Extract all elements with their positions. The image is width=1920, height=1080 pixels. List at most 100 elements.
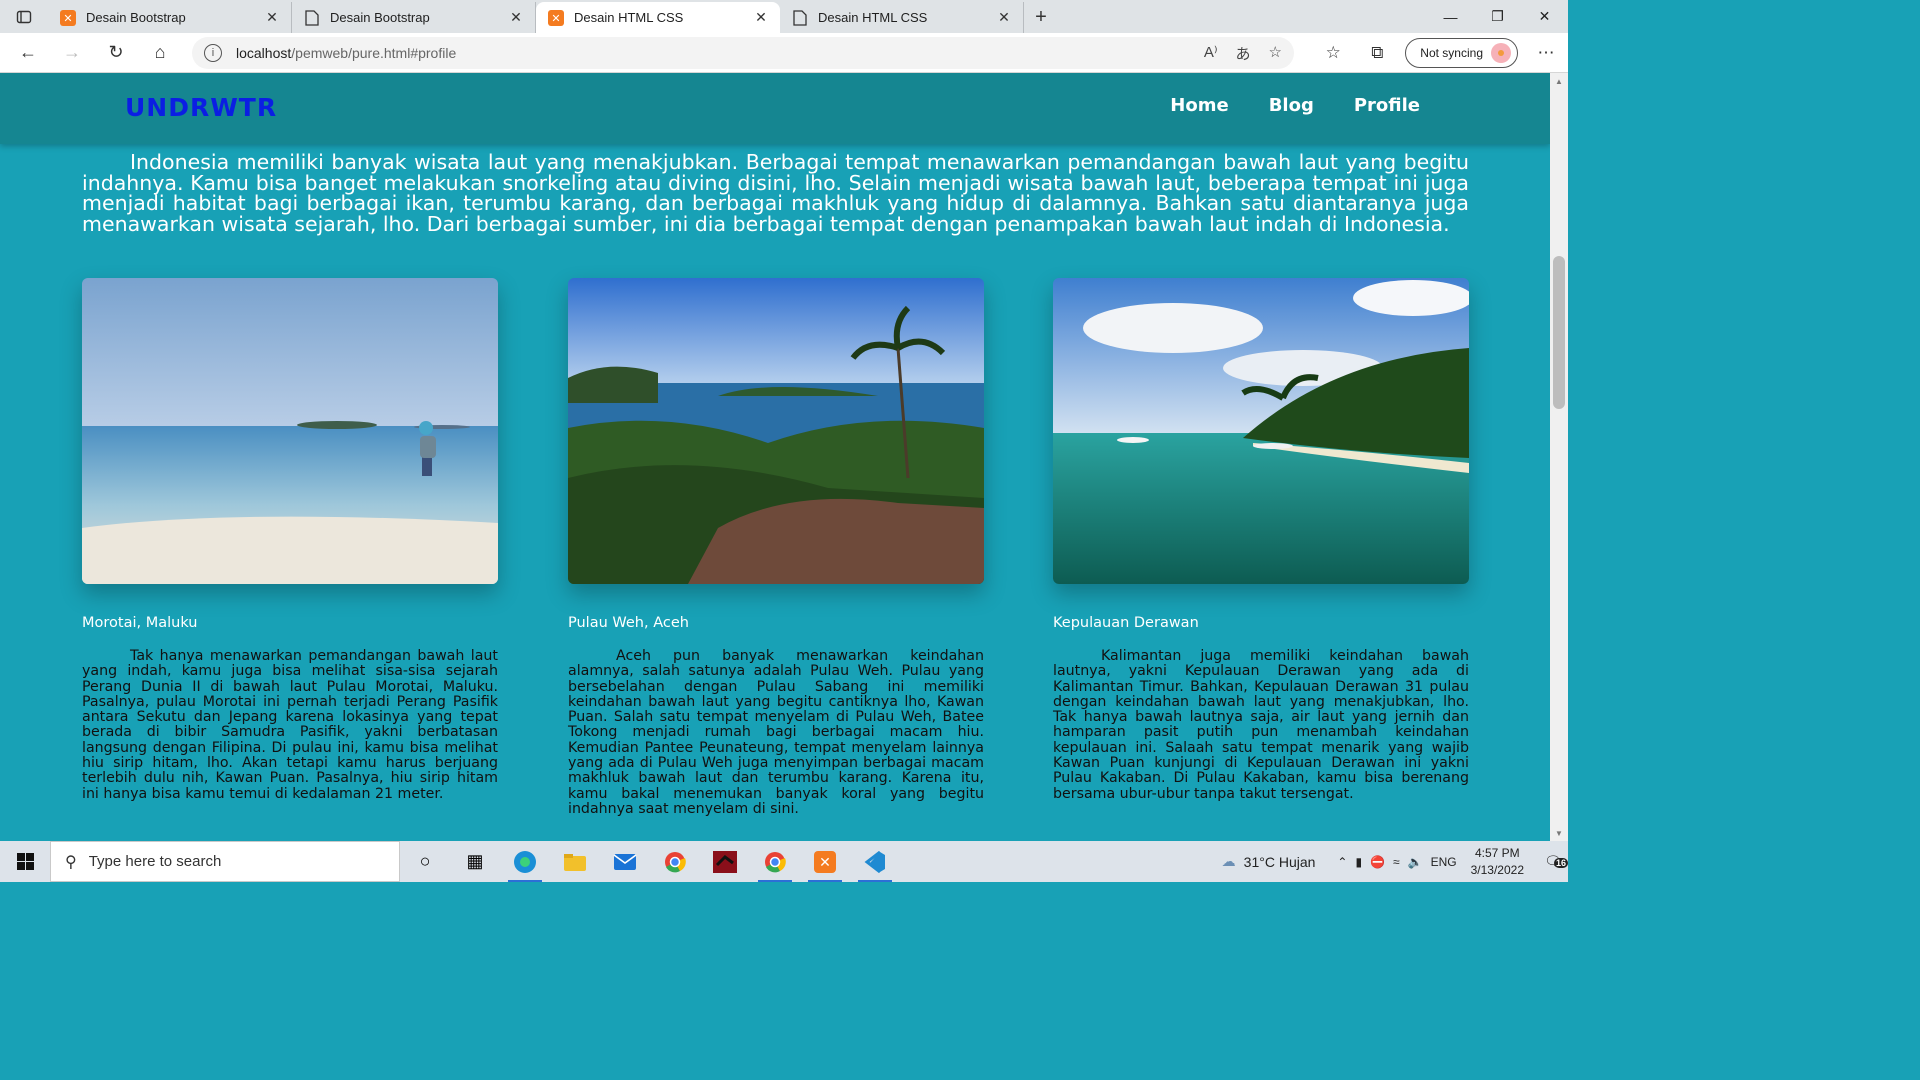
- tab-actions-button[interactable]: [0, 0, 48, 33]
- destination-card-morotai: Morotai, Maluku Tak hanya menawarkan pem…: [82, 278, 498, 802]
- restore-icon[interactable]: ❐: [1474, 0, 1521, 33]
- card-title: Kepulauan Derawan: [1053, 615, 1199, 631]
- notification-count: 16: [1553, 858, 1568, 868]
- nav-link-profile[interactable]: Profile: [1354, 95, 1420, 116]
- browser-tab-4[interactable]: Desain HTML CSS ✕: [780, 2, 1024, 33]
- intro-paragraph: Indonesia memiliki banyak wisata laut ya…: [82, 150, 1469, 236]
- new-tab-button[interactable]: +: [1024, 2, 1058, 33]
- tab-close-icon[interactable]: ✕: [507, 9, 525, 26]
- network-off-icon[interactable]: ⛔: [1370, 855, 1385, 869]
- scroll-down-icon[interactable]: ▼: [1550, 825, 1568, 841]
- xampp-icon: ✕: [548, 9, 564, 26]
- tab-title: Desain Bootstrap: [330, 10, 430, 25]
- back-arrow-icon: ←: [19, 42, 37, 62]
- url-path: /pemweb/pure.html#profile: [291, 45, 457, 61]
- nav-link-blog[interactable]: Blog: [1269, 95, 1314, 116]
- sync-label: Not syncing: [1420, 46, 1483, 60]
- scroll-up-icon[interactable]: ▲: [1550, 73, 1568, 89]
- chevron-up-icon[interactable]: ⌃: [1337, 855, 1347, 869]
- tab-close-icon[interactable]: ✕: [263, 9, 281, 26]
- cortana-button[interactable]: ○: [400, 841, 450, 882]
- mail-icon: [613, 853, 637, 870]
- file-explorer-app[interactable]: [550, 841, 600, 882]
- app-red[interactable]: [700, 841, 750, 882]
- read-aloud-icon[interactable]: A⁾: [1204, 43, 1218, 64]
- collections-icon: ⧉: [1371, 43, 1384, 62]
- forward-arrow-icon: →: [63, 42, 81, 62]
- cortana-icon: ○: [419, 851, 431, 871]
- favorites-button[interactable]: ☆: [1311, 33, 1355, 73]
- start-button[interactable]: [0, 841, 50, 882]
- address-bar[interactable]: i localhost/pemweb/pure.html#profile A⁾ …: [192, 37, 1294, 69]
- sync-button[interactable]: Not syncing: [1405, 38, 1518, 68]
- clock-date: 3/13/2022: [1470, 862, 1524, 877]
- browser-tab-3-active[interactable]: ✕ Desain HTML CSS ✕: [536, 2, 780, 33]
- page-scrollbar[interactable]: ▲ ▼: [1550, 73, 1568, 841]
- site-navbar: UNDRWTR Home Blog Profile: [0, 73, 1550, 144]
- forward-button[interactable]: →: [50, 33, 94, 73]
- card-title: Pulau Weh, Aceh: [568, 615, 689, 631]
- chrome-profile-app[interactable]: [750, 841, 800, 882]
- vscode-app[interactable]: [850, 841, 900, 882]
- search-placeholder: Type here to search: [88, 853, 222, 870]
- taskbar-search[interactable]: ⚲ Type here to search: [50, 841, 400, 882]
- card-text: Aceh pun banyak menawarkan keindahan ala…: [568, 648, 984, 817]
- nav-link-home[interactable]: Home: [1170, 95, 1228, 116]
- edge-app[interactable]: [500, 841, 550, 882]
- address-bar-icons: A⁾ あ ☆: [1204, 43, 1282, 64]
- card-text: Kalimantan juga memiliki keindahan bawah…: [1053, 648, 1469, 802]
- tropical-beach-photo: [1053, 278, 1469, 584]
- browser-tab-1[interactable]: ✕ Desain Bootstrap ✕: [48, 2, 292, 33]
- mail-app[interactable]: [600, 841, 650, 882]
- tab-title: Desain HTML CSS: [818, 10, 928, 25]
- browser-tab-2[interactable]: Desain Bootstrap ✕: [292, 2, 536, 33]
- weather-text: 31°C Hujan: [1243, 853, 1316, 870]
- notification-center-button[interactable]: 🗨 16: [1538, 853, 1568, 870]
- page-viewport: UNDRWTR Home Blog Profile Indonesia memi…: [0, 73, 1550, 841]
- back-button[interactable]: ←: [6, 33, 50, 73]
- task-view-icon: ▦: [466, 851, 484, 871]
- task-view-button[interactable]: ▦: [450, 841, 500, 882]
- search-icon: ⚲: [65, 853, 77, 871]
- site-logo[interactable]: UNDRWTR: [125, 93, 277, 122]
- close-window-icon[interactable]: ✕: [1521, 0, 1568, 33]
- minimize-icon[interactable]: —: [1427, 0, 1474, 33]
- clock[interactable]: 4:57 PM 3/13/2022: [1471, 845, 1524, 879]
- chrome-app[interactable]: [650, 841, 700, 882]
- app-red-icon: [713, 850, 737, 873]
- home-button[interactable]: ⌂: [138, 33, 182, 73]
- settings-more-button[interactable]: ⋯: [1524, 33, 1568, 73]
- reload-button[interactable]: ↻: [94, 33, 138, 73]
- beach-photo: [82, 278, 498, 584]
- tab-close-icon[interactable]: ✕: [995, 9, 1013, 26]
- language-indicator[interactable]: ENG: [1431, 855, 1457, 869]
- page-icon: [792, 9, 808, 26]
- clock-time: 4:57 PM: [1474, 845, 1520, 860]
- translate-icon[interactable]: あ: [1236, 43, 1251, 64]
- home-icon: ⌂: [154, 42, 166, 62]
- destination-card-pulau-weh: Pulau Weh, Aceh Aceh pun banyak menawark…: [568, 278, 984, 817]
- chrome-icon: [765, 851, 786, 872]
- browser-toolbar: ← → ↻ ⌂ i localhost/pemweb/pure.html#pro…: [0, 33, 1568, 73]
- add-favorite-icon[interactable]: ☆: [1269, 43, 1282, 64]
- tab-actions-icon: [16, 10, 32, 23]
- folder-icon: [564, 853, 586, 871]
- tab-close-icon[interactable]: ✕: [752, 9, 770, 26]
- page-icon: [304, 9, 320, 26]
- volume-icon[interactable]: 🔈: [1408, 855, 1423, 869]
- favorites-icon: ☆: [1325, 43, 1341, 62]
- chrome-icon: [665, 851, 686, 872]
- collections-button[interactable]: ⧉: [1355, 33, 1399, 73]
- battery-icon[interactable]: ▮: [1355, 855, 1362, 869]
- windows-icon: [16, 853, 34, 870]
- tab-title: Desain Bootstrap: [86, 10, 186, 25]
- scrollbar-thumb[interactable]: [1553, 256, 1565, 409]
- window-controls: — ❐ ✕: [1427, 0, 1568, 33]
- weather-widget[interactable]: ☁ 31°C Hujan: [1222, 853, 1316, 870]
- xampp-app[interactable]: ✕: [800, 841, 850, 882]
- site-info-icon[interactable]: i: [204, 44, 222, 62]
- avatar: [1491, 43, 1511, 63]
- url-host: localhost: [236, 45, 292, 61]
- wifi-icon[interactable]: ≈: [1393, 855, 1400, 869]
- toolbar-right: ☆ ⧉ Not syncing ⋯: [1311, 33, 1568, 73]
